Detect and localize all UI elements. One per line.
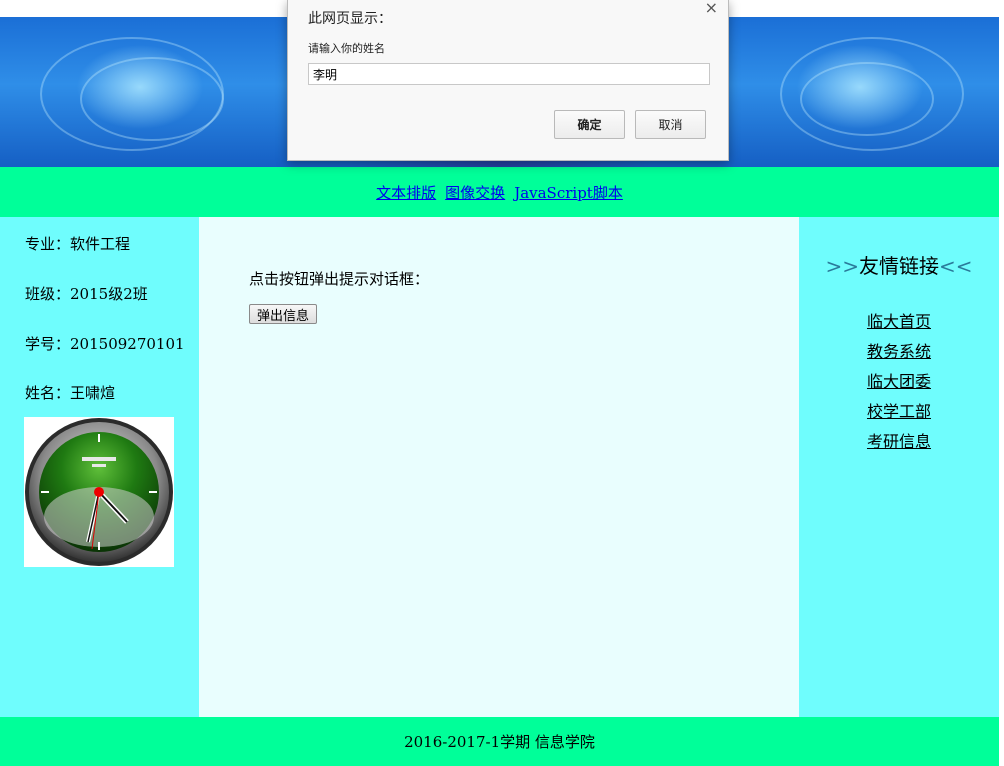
student-id-value: 201509270101 (70, 335, 185, 353)
prompt-dialog: 此网页显示： × 请输入你的姓名 确定 取消 (287, 0, 729, 161)
dialog-title: 此网页显示： (308, 11, 392, 27)
analog-clock-icon (24, 417, 174, 567)
student-id-row: 学号：201509270101 (25, 333, 185, 354)
major-value: 软件工程 (70, 235, 131, 253)
show-popup-button[interactable]: 弹出信息 (249, 304, 318, 324)
link-postgrad-info[interactable]: 考研信息 (799, 428, 999, 452)
name-value: 王啸煊 (70, 384, 116, 402)
link-lyu-home[interactable]: 临大首页 (799, 308, 999, 332)
major-row: 专业：软件工程 (25, 233, 130, 254)
nav-link-text-layout[interactable]: 文本排版 (376, 182, 436, 203)
link-academic-system[interactable]: 教务系统 (799, 338, 999, 362)
footer: 2016-2017-1学期 信息学院 (0, 717, 999, 766)
friend-links-title: >>友情链接<< (799, 250, 999, 279)
page: 文本排版 图像交换 JavaScript脚本 专业：软件工程 班级：2015级2… (0, 0, 1004, 766)
ok-button[interactable]: 确定 (554, 110, 625, 139)
class-row: 班级：2015级2班 (25, 283, 148, 304)
title-text: 友情链接 (859, 254, 939, 278)
nav-bar: 文本排版 图像交换 JavaScript脚本 (0, 167, 999, 217)
link-youth-league[interactable]: 临大团委 (799, 368, 999, 392)
prompt-instruction: 点击按钮弹出提示对话框： (249, 270, 430, 288)
main-content: 点击按钮弹出提示对话框： 弹出信息 (199, 217, 799, 717)
close-icon[interactable]: × (705, 0, 718, 17)
friend-links-panel: >>友情链接<< 临大首页 教务系统 临大团委 校学工部 考研信息 (799, 217, 999, 717)
name-input[interactable] (308, 63, 710, 85)
cancel-button[interactable]: 取消 (635, 110, 706, 139)
link-student-affairs[interactable]: 校学工部 (799, 398, 999, 422)
nav-link-image-swap[interactable]: 图像交换 (445, 182, 505, 203)
name-label: 姓名： (25, 384, 71, 402)
class-label: 班级： (25, 285, 71, 303)
class-value: 2015级2班 (70, 285, 148, 303)
nav-link-javascript[interactable]: JavaScript脚本 (514, 182, 623, 203)
student-id-label: 学号： (25, 335, 71, 353)
title-prefix: >> (825, 254, 859, 278)
name-row: 姓名：王啸煊 (25, 382, 115, 403)
footer-text: 2016-2017-1学期 信息学院 (404, 733, 595, 751)
dialog-message: 请输入你的姓名 (308, 42, 385, 55)
major-label: 专业： (25, 235, 71, 253)
title-suffix: << (939, 254, 973, 278)
student-info-panel: 专业：软件工程 班级：2015级2班 学号：201509270101 姓名：王啸… (0, 217, 199, 717)
